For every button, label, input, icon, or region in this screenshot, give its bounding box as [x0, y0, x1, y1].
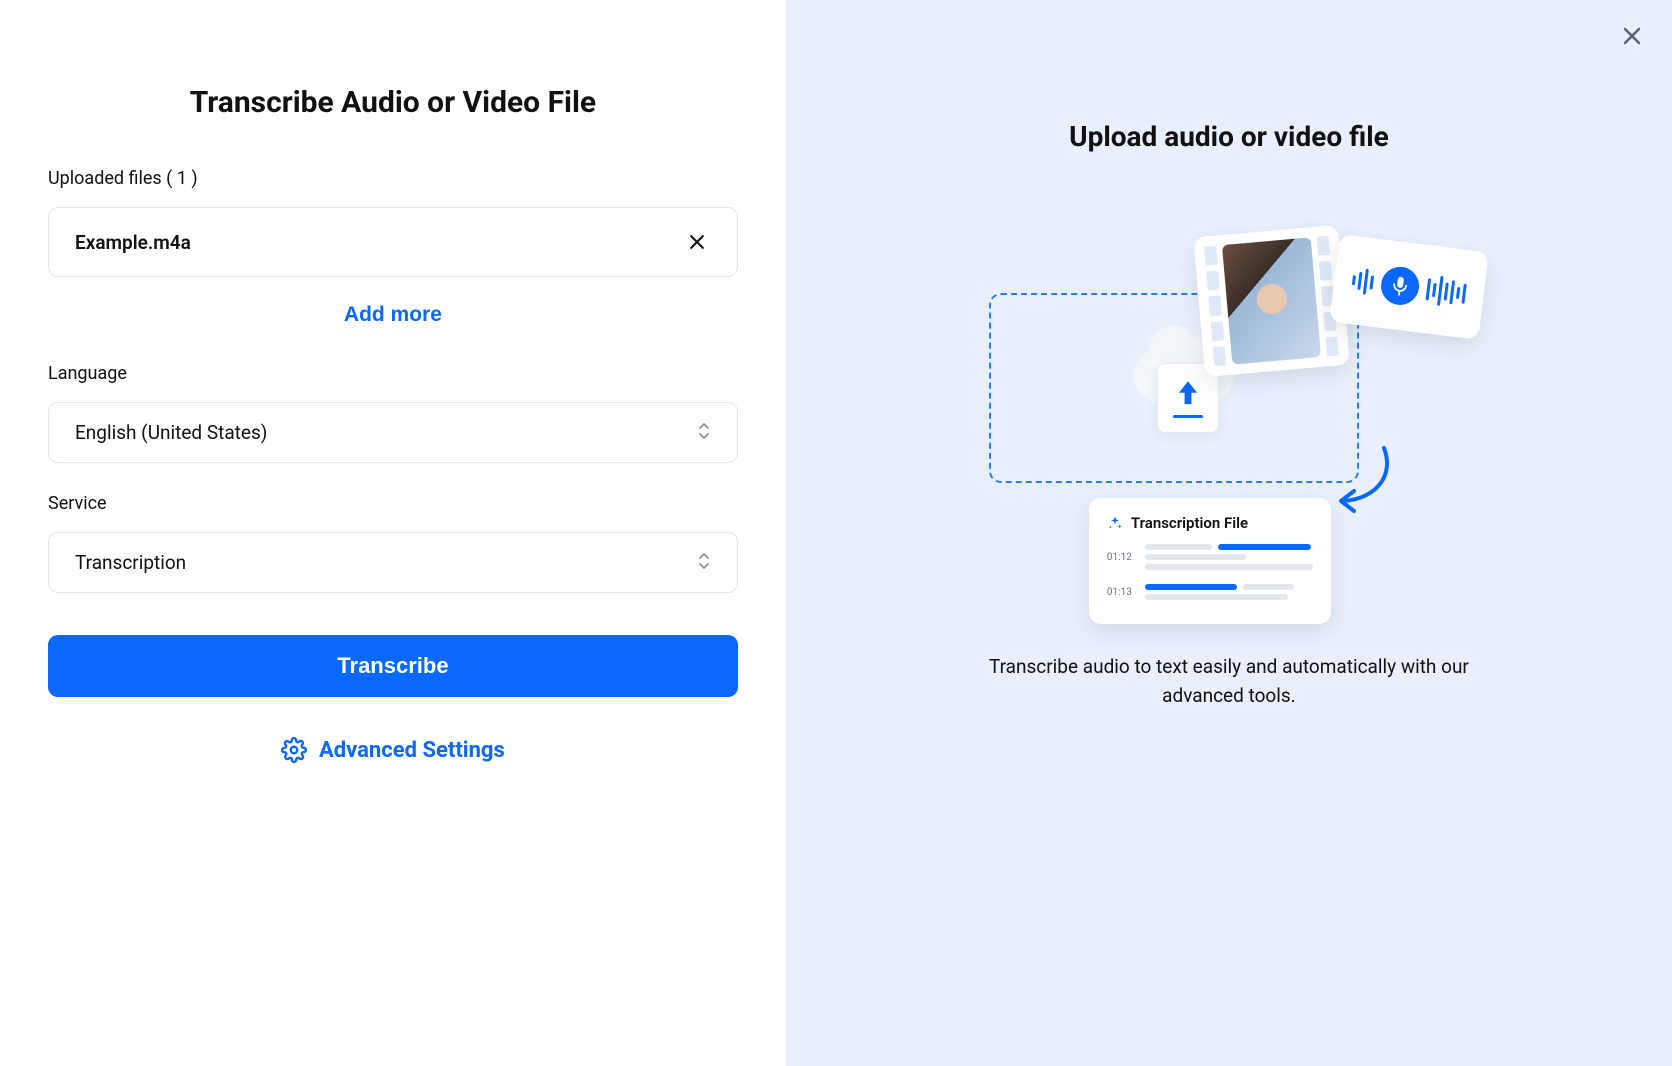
gear-icon	[281, 737, 307, 763]
transcription-card-title: Transcription File	[1131, 514, 1248, 532]
video-thumbnail-card	[1193, 225, 1350, 377]
timestamp: 01:13	[1107, 587, 1135, 598]
language-select[interactable]: English (United States)	[48, 402, 738, 463]
add-more-button[interactable]: Add more	[344, 303, 442, 327]
info-panel: Upload audio or video file	[786, 0, 1672, 1066]
advanced-settings-button[interactable]: Advanced Settings	[48, 737, 738, 763]
curved-arrow-icon	[1329, 443, 1399, 523]
timestamp: 01:12	[1107, 552, 1135, 563]
language-label: Language	[48, 363, 738, 384]
language-select-value: English (United States)	[75, 421, 267, 444]
uploaded-files-label-text: Uploaded files	[48, 168, 162, 189]
transcribe-modal: Transcribe Audio or Video File Uploaded …	[0, 0, 1672, 1066]
uploaded-files-count: 1	[177, 168, 187, 189]
service-select-value: Transcription	[75, 551, 186, 574]
uploaded-file-name: Example.m4a	[75, 231, 191, 254]
microphone-icon	[1379, 265, 1421, 307]
page-title: Transcribe Audio or Video File	[48, 85, 738, 120]
transcription-output-card: Transcription File 01:12 01:13	[1089, 498, 1331, 624]
close-icon	[687, 232, 707, 252]
upload-arrow-icon	[1174, 379, 1202, 411]
advanced-settings-label: Advanced Settings	[319, 738, 505, 763]
service-label: Service	[48, 493, 738, 514]
waveform-left	[1351, 267, 1375, 295]
form-panel: Transcribe Audio or Video File Uploaded …	[0, 0, 786, 1066]
close-icon	[1620, 24, 1644, 48]
sparkle-icon	[1107, 515, 1123, 531]
uploaded-files-label: Uploaded files ( 1 )	[48, 168, 738, 189]
upload-illustration: Transcription File 01:12 01:13	[989, 213, 1469, 613]
video-frame	[1222, 237, 1321, 364]
chevron-sort-icon	[697, 551, 711, 574]
uploaded-file-row: Example.m4a	[48, 207, 738, 277]
info-title: Upload audio or video file	[1069, 120, 1389, 153]
waveform-right	[1425, 274, 1467, 309]
remove-file-button[interactable]	[683, 228, 711, 256]
audio-waveform-card	[1329, 234, 1489, 340]
chevron-sort-icon	[697, 421, 711, 444]
service-select[interactable]: Transcription	[48, 532, 738, 593]
info-description: Transcribe audio to text easily and auto…	[969, 653, 1489, 710]
transcribe-button[interactable]: Transcribe	[48, 635, 738, 697]
close-modal-button[interactable]	[1620, 24, 1644, 48]
